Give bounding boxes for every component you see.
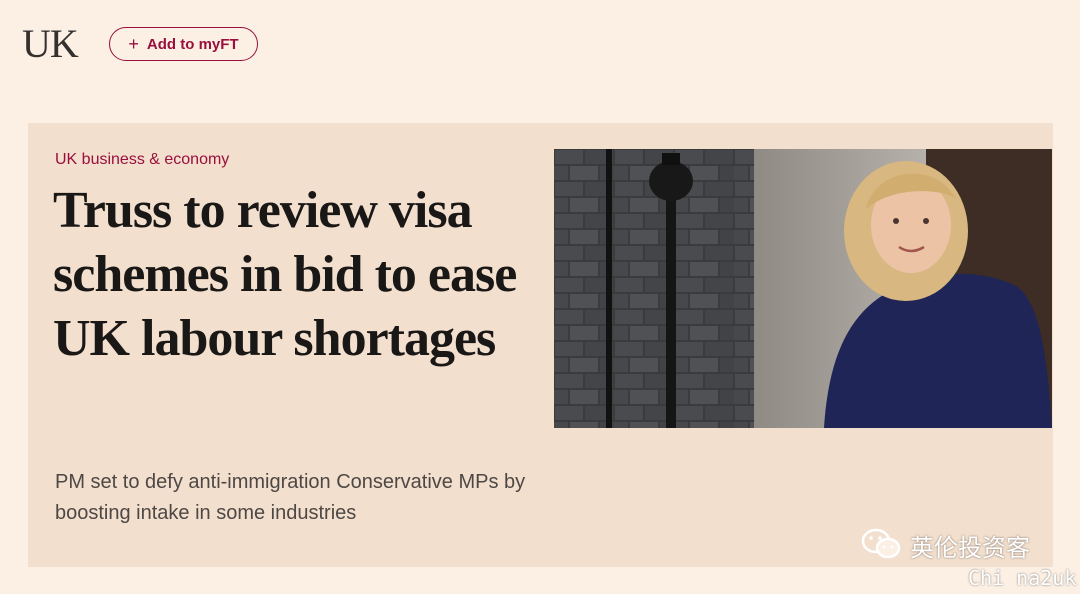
add-to-myft-button[interactable]: + Add to myFT	[109, 27, 258, 61]
watermark-subtext: Chi na2uk	[968, 566, 1077, 590]
plus-icon: +	[128, 34, 139, 54]
article-card[interactable]: UK business & economy Truss to review vi…	[28, 123, 1053, 567]
section-title[interactable]: UK	[22, 22, 79, 66]
topic-link[interactable]: UK business & economy	[55, 151, 229, 169]
wechat-icon	[861, 528, 901, 559]
article-photo-illustration	[554, 149, 1052, 428]
article-standfirst: PM set to defy anti-immigration Conserva…	[55, 471, 526, 524]
article-image[interactable]	[554, 149, 1052, 428]
add-to-myft-label: Add to myFT	[146, 35, 239, 53]
watermark-text: 英伦投资客	[910, 534, 1030, 562]
article-headline[interactable]: Truss to review visa schemes in bid to e…	[53, 179, 553, 371]
